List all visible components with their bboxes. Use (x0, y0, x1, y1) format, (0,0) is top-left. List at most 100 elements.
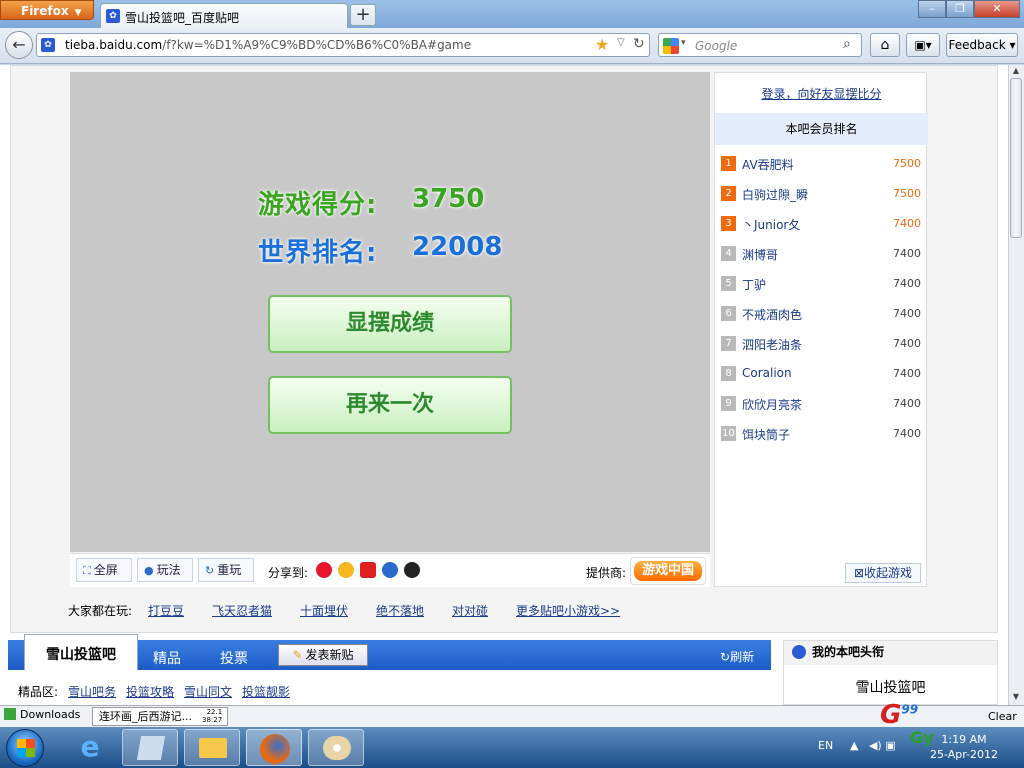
member-score: 7400 (893, 397, 921, 410)
member-name[interactable]: 饵块筒子 (742, 426, 790, 443)
scroll-down-icon[interactable]: ▼ (1008, 692, 1024, 704)
bookmark-star-icon[interactable]: ★ (595, 35, 609, 54)
browser-tab-active[interactable]: ✿ 雪山投篮吧_百度贴吧 (100, 3, 348, 29)
provider-logo[interactable]: 游戏中国 (630, 557, 706, 585)
ranking-row[interactable]: 1 AV吞肥料 7500 (721, 154, 921, 174)
rank-number: 9 (721, 396, 736, 411)
kaixin-icon[interactable] (382, 562, 398, 578)
featured-link-guide[interactable]: 投篮攻略 (126, 683, 174, 700)
ranking-row[interactable]: 3 丶Junior夂 7400 (721, 214, 921, 234)
feedback-button[interactable]: Feedback ▾ (946, 33, 1018, 57)
download-icon (4, 708, 16, 720)
game-link-ninja-cat[interactable]: 飞天忍者猫 (212, 602, 272, 619)
firefox-taskbar-icon[interactable] (246, 729, 302, 766)
ranking-row[interactable]: 8 Coralion 7400 (721, 364, 921, 384)
collapse-icon: ⊠ (853, 566, 865, 580)
rank-number: 7 (721, 336, 736, 351)
member-name[interactable]: 白驹过隙_瞬 (742, 186, 808, 203)
tab-vote[interactable]: 投票 (220, 648, 248, 668)
show-score-button[interactable]: 显摆成绩 (268, 295, 512, 353)
game-link-ambush[interactable]: 十面埋伏 (300, 602, 348, 619)
member-name[interactable]: 渊博哥 (742, 246, 778, 263)
member-score: 7400 (893, 307, 921, 320)
featured-link-fanfic[interactable]: 雪山同文 (184, 683, 232, 700)
play-again-button[interactable]: 再来一次 (268, 376, 512, 434)
fullscreen-button[interactable]: ⛶ 全屏 (76, 558, 132, 582)
replay-button[interactable]: ↻ 重玩 (198, 558, 254, 582)
collapse-game-button[interactable]: ⊠收起游戏 (845, 563, 921, 583)
tab-featured[interactable]: 精品 (153, 648, 181, 668)
tray-expand-icon[interactable]: ▲ (850, 739, 858, 752)
weibo-icon[interactable] (316, 562, 332, 578)
ranking-row[interactable]: 2 白驹过隙_瞬 7500 (721, 184, 921, 204)
search-icon[interactable]: ⌕ (843, 36, 851, 52)
maximize-button[interactable]: ❐ (946, 0, 974, 18)
system-clock[interactable]: 1:19 AM 25-Apr-2012 (930, 732, 998, 762)
engine-dropdown-icon[interactable]: ▾ (681, 38, 686, 48)
fullscreen-label: 全屏 (93, 563, 118, 577)
paint-app-icon[interactable] (308, 729, 364, 766)
member-name[interactable]: AV吞肥料 (742, 156, 794, 173)
login-share-link[interactable]: 登录，向好友显摆比分 (715, 85, 928, 102)
url-bar[interactable]: ✿ tieba.baidu.com/f?kw=%D1%A9%C9%BD%CD%B… (36, 33, 650, 57)
start-button[interactable] (6, 729, 44, 767)
member-name[interactable]: Coralion (742, 366, 792, 380)
replay-label: 重玩 (217, 563, 242, 577)
more-games-link[interactable]: 更多贴吧小游戏>> (516, 602, 620, 619)
new-tab-button[interactable]: + (350, 4, 376, 26)
history-dropdown-icon[interactable]: ▽ (617, 37, 625, 48)
scroll-up-icon[interactable]: ▲ (1008, 66, 1024, 78)
volume-icon[interactable]: ◀) (869, 739, 882, 752)
url-text: tieba.baidu.com/f?kw=%D1%A9%C9%BD%CD%B6%… (65, 38, 471, 52)
member-name[interactable]: 不戒酒肉色 (742, 306, 802, 323)
game-link-dadoudou[interactable]: 打豆豆 (148, 602, 184, 619)
featured-link-admin[interactable]: 雪山吧务 (68, 683, 116, 700)
system-tray[interactable]: ▲ ◀) ▣ (850, 739, 896, 752)
internet-explorer-icon[interactable]: e (62, 729, 118, 766)
member-name[interactable]: 丶Junior夂 (742, 216, 800, 233)
network-icon[interactable]: ▣ (885, 739, 895, 752)
member-name[interactable]: 欣欣月亮茶 (742, 396, 802, 413)
renren-icon[interactable] (360, 562, 376, 578)
game-link-never-fall[interactable]: 绝不落地 (376, 602, 424, 619)
firefox-menu-button[interactable]: Firefox ▼ (0, 0, 94, 20)
featured-link-photos[interactable]: 投篮靓影 (242, 683, 290, 700)
download-speed: 22.1 (206, 708, 223, 716)
google-engine-icon[interactable] (663, 38, 679, 54)
reload-icon[interactable]: ↻ (633, 36, 645, 52)
download-item-name: 连环画_后西游记... (99, 710, 192, 723)
tab-forum-home[interactable]: 雪山投篮吧 (24, 634, 138, 670)
language-indicator[interactable]: EN (818, 739, 833, 752)
close-window-button[interactable]: ✕ (974, 0, 1020, 18)
ranking-row[interactable]: 6 不戒酒肉色 7400 (721, 304, 921, 324)
site-identity-icon[interactable]: ✿ (41, 38, 55, 52)
refresh-link[interactable]: ↻刷新 (720, 648, 754, 665)
new-post-button[interactable]: ✎ 发表新贴 (278, 644, 368, 666)
search-box[interactable]: ▾ Google ⌕ (658, 33, 862, 57)
notes-app-icon[interactable] (122, 729, 178, 766)
qq-icon[interactable] (404, 562, 420, 578)
url-host: tieba.baidu.com (65, 38, 163, 52)
scrollbar-thumb[interactable] (1010, 78, 1022, 238)
file-explorer-icon[interactable] (184, 729, 240, 766)
qzone-icon[interactable] (338, 562, 354, 578)
watermark-logo: G99 (880, 700, 918, 730)
bookmarks-button[interactable]: ▣▾ (906, 33, 940, 57)
provider-label: 提供商: (586, 566, 627, 580)
howto-button[interactable]: ● 玩法 (137, 558, 193, 582)
member-name[interactable]: 泗阳老油条 (742, 336, 802, 353)
ranking-row[interactable]: 9 欣欣月亮茶 7400 (721, 394, 921, 414)
home-button[interactable]: ⌂ (870, 33, 900, 57)
back-button[interactable]: ← (5, 31, 33, 59)
ranking-row[interactable]: 4 渊博哥 7400 (721, 244, 921, 264)
game-link-match[interactable]: 对对碰 (452, 602, 488, 619)
ranking-row[interactable]: 10 饵块筒子 7400 (721, 424, 921, 444)
downloads-button[interactable]: Downloads (4, 708, 80, 721)
rank-number: 8 (721, 366, 736, 381)
ranking-row[interactable]: 5 丁驴 7400 (721, 274, 921, 294)
share-label: 分享到: (268, 566, 309, 580)
ranking-row[interactable]: 7 泗阳老油条 7400 (721, 334, 921, 354)
member-name[interactable]: 丁驴 (742, 276, 766, 293)
clear-downloads-button[interactable]: Clear (988, 710, 1017, 723)
minimize-button[interactable]: – (918, 0, 946, 18)
